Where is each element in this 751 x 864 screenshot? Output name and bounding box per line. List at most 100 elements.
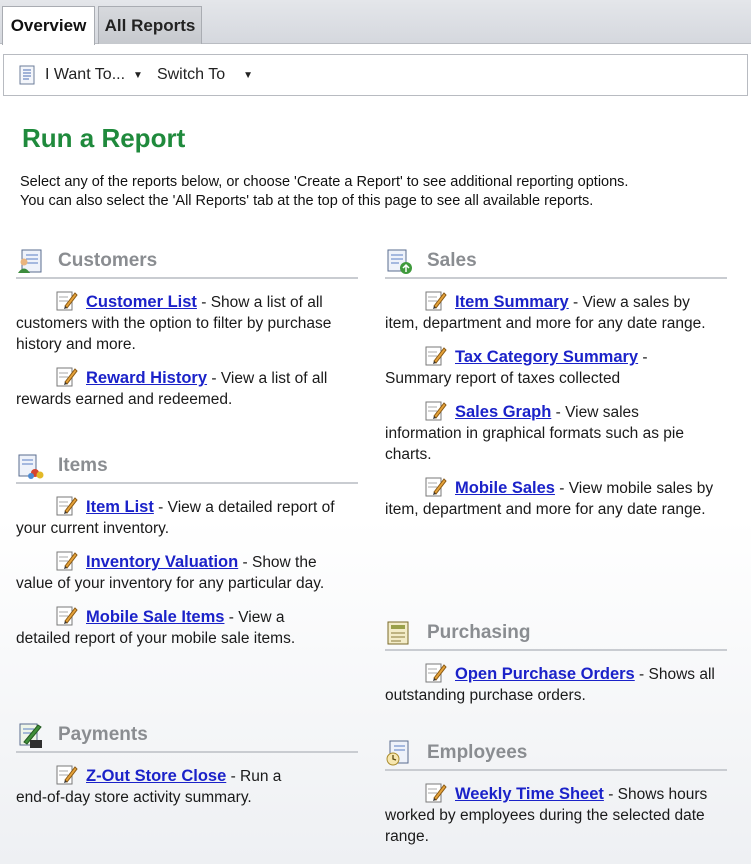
reward-history-link[interactable]: Reward History (86, 369, 207, 387)
report-description-cont: worked by employees during the selected … (385, 807, 705, 845)
report-description: - View a sales by (568, 294, 690, 311)
report-edit-icon (56, 496, 78, 516)
payments-icon (19, 723, 42, 748)
intro-line-2: You can also select the 'All Reports' ta… (20, 193, 594, 209)
report-edit-icon (425, 783, 447, 803)
purchasing-icon (387, 621, 409, 645)
report-item: Sales Graph - View sales information in … (385, 399, 727, 465)
report-edit-icon (425, 401, 447, 421)
report-edit-icon (56, 291, 78, 311)
report-item: Weekly Time Sheet - Shows hours worked b… (385, 781, 727, 847)
sales-icon (387, 249, 412, 274)
report-item: Tax Category Summary - Summary report of… (385, 344, 727, 389)
report-item: Reward History - View a list of all rewa… (16, 365, 358, 410)
section-header: Items (16, 450, 358, 484)
report-description-cont: information in graphical formats such as… (385, 425, 684, 463)
section-title: Sales (427, 250, 477, 271)
customer-list-link[interactable]: Customer List (86, 293, 197, 311)
report-edit-icon (56, 606, 78, 626)
report-description: - Shows hours (603, 786, 708, 803)
intro-text: Select any of the reports below, or choo… (20, 173, 740, 211)
report-item: Item List - View a detailed report of yo… (16, 494, 358, 539)
tab-all-reports[interactable]: All Reports (98, 6, 202, 44)
report-edit-icon (56, 551, 78, 571)
report-edit-icon (425, 663, 447, 683)
report-edit-icon (56, 367, 78, 387)
chevron-down-icon: ▼ (243, 69, 254, 81)
section-header: Payments (16, 719, 358, 753)
section-title: Purchasing (427, 622, 531, 643)
report-description-cont: outstanding purchase orders. (385, 687, 586, 704)
sales-graph-link[interactable]: Sales Graph (455, 403, 551, 421)
section-header: Sales (385, 245, 727, 279)
section-title: Employees (427, 742, 528, 763)
report-description-cont: value of your inventory for any particul… (16, 575, 325, 592)
report-description-cont: end-of-day store activity summary. (16, 789, 252, 806)
open-purchase-orders-link[interactable]: Open Purchase Orders (455, 665, 635, 683)
toolbar: I Want To... ▼ Switch To ▼ (3, 54, 748, 96)
report-description: - Run a (226, 768, 282, 785)
section-customers: Customers Customer List - Show a list of… (16, 245, 358, 410)
report-overview-panel: Run a Report Select any of the reports b… (0, 97, 751, 864)
report-description: - Show the (238, 554, 317, 571)
report-description: - View a (224, 609, 285, 626)
report-description-cont: item, department and more for any date r… (385, 315, 706, 332)
i-want-to-label: I Want To... (45, 66, 126, 83)
section-title: Items (58, 455, 108, 476)
item-summary-link[interactable]: Item Summary (455, 293, 569, 311)
report-description: - Show a list of all (196, 294, 323, 311)
employees-icon (386, 740, 409, 766)
report-description-cont: detailed report of your mobile sale item… (16, 630, 296, 647)
report-description: - View a list of all (207, 370, 328, 387)
report-edit-icon (425, 291, 447, 311)
report-edit-icon (425, 346, 447, 366)
report-item: Mobile Sales - View mobile sales by item… (385, 475, 727, 520)
switch-to-label: Switch To (156, 66, 226, 83)
tab-bar: Overview All Reports (0, 0, 751, 45)
report-item: Item Summary - View a sales by item, dep… (385, 289, 727, 334)
report-description-cont: customers with the option to filter by p… (16, 315, 332, 353)
section-sales: Sales Item Summary - View a sales by ite… (385, 245, 727, 520)
mobile-sale-items-link[interactable]: Mobile Sale Items (86, 608, 224, 626)
section-header: Purchasing (385, 617, 727, 651)
section-title: Customers (58, 250, 158, 271)
section-items: Items Item List - View a detailed report… (16, 450, 358, 649)
i-want-to-menu[interactable]: I Want To... ▼ (4, 65, 143, 85)
section-purchasing: Purchasing Open Purchase Orders - Shows … (385, 617, 727, 706)
tax-category-summary-link[interactable]: Tax Category Summary (455, 348, 638, 366)
report-description: - View mobile sales by (554, 480, 714, 497)
section-employees: Employees Weekly Time Sheet - Shows hour… (385, 737, 727, 847)
report-item: Inventory Valuation - Show the value of … (16, 549, 358, 594)
report-description-cont: Summary report of taxes collected (385, 370, 621, 387)
intro-line-1: Select any of the reports below, or choo… (20, 174, 629, 190)
section-header: Customers (16, 245, 358, 279)
section-payments: Payments Z-Out Store Close - Run a end-o… (16, 719, 358, 808)
section-title: Payments (58, 724, 148, 745)
document-list-icon (19, 65, 35, 85)
report-item: Customer List - Show a list of all custo… (16, 289, 358, 355)
report-item: Mobile Sale Items - View a detailed repo… (16, 604, 358, 649)
report-description-cont: your current inventory. (16, 520, 170, 537)
report-description-cont: item, department and more for any date r… (385, 501, 706, 518)
report-description: - View a detailed report of (153, 499, 335, 516)
report-edit-icon (56, 765, 78, 785)
mobile-sales-link[interactable]: Mobile Sales (455, 479, 555, 497)
report-description: - (638, 349, 648, 366)
report-edit-icon (425, 477, 447, 497)
tab-overview[interactable]: Overview (2, 6, 95, 45)
weekly-time-sheet-link[interactable]: Weekly Time Sheet (455, 785, 604, 803)
report-item: Z-Out Store Close - Run a end-of-day sto… (16, 763, 358, 808)
report-description: - View sales (551, 404, 639, 421)
report-description: - Shows all (634, 666, 715, 683)
switch-to-menu[interactable]: Switch To ▼ (157, 66, 253, 84)
section-header: Employees (385, 737, 727, 771)
items-icon (18, 454, 44, 479)
report-item: Open Purchase Orders - Shows all outstan… (385, 661, 727, 706)
inventory-valuation-link[interactable]: Inventory Valuation (86, 553, 238, 571)
chevron-down-icon: ▼ (133, 69, 143, 81)
page-title: Run a Report (22, 123, 186, 153)
report-description-cont: rewards earned and redeemed. (16, 391, 233, 408)
z-out-store-close-link[interactable]: Z-Out Store Close (86, 767, 226, 785)
item-list-link[interactable]: Item List (86, 498, 154, 516)
customers-icon (18, 249, 42, 273)
